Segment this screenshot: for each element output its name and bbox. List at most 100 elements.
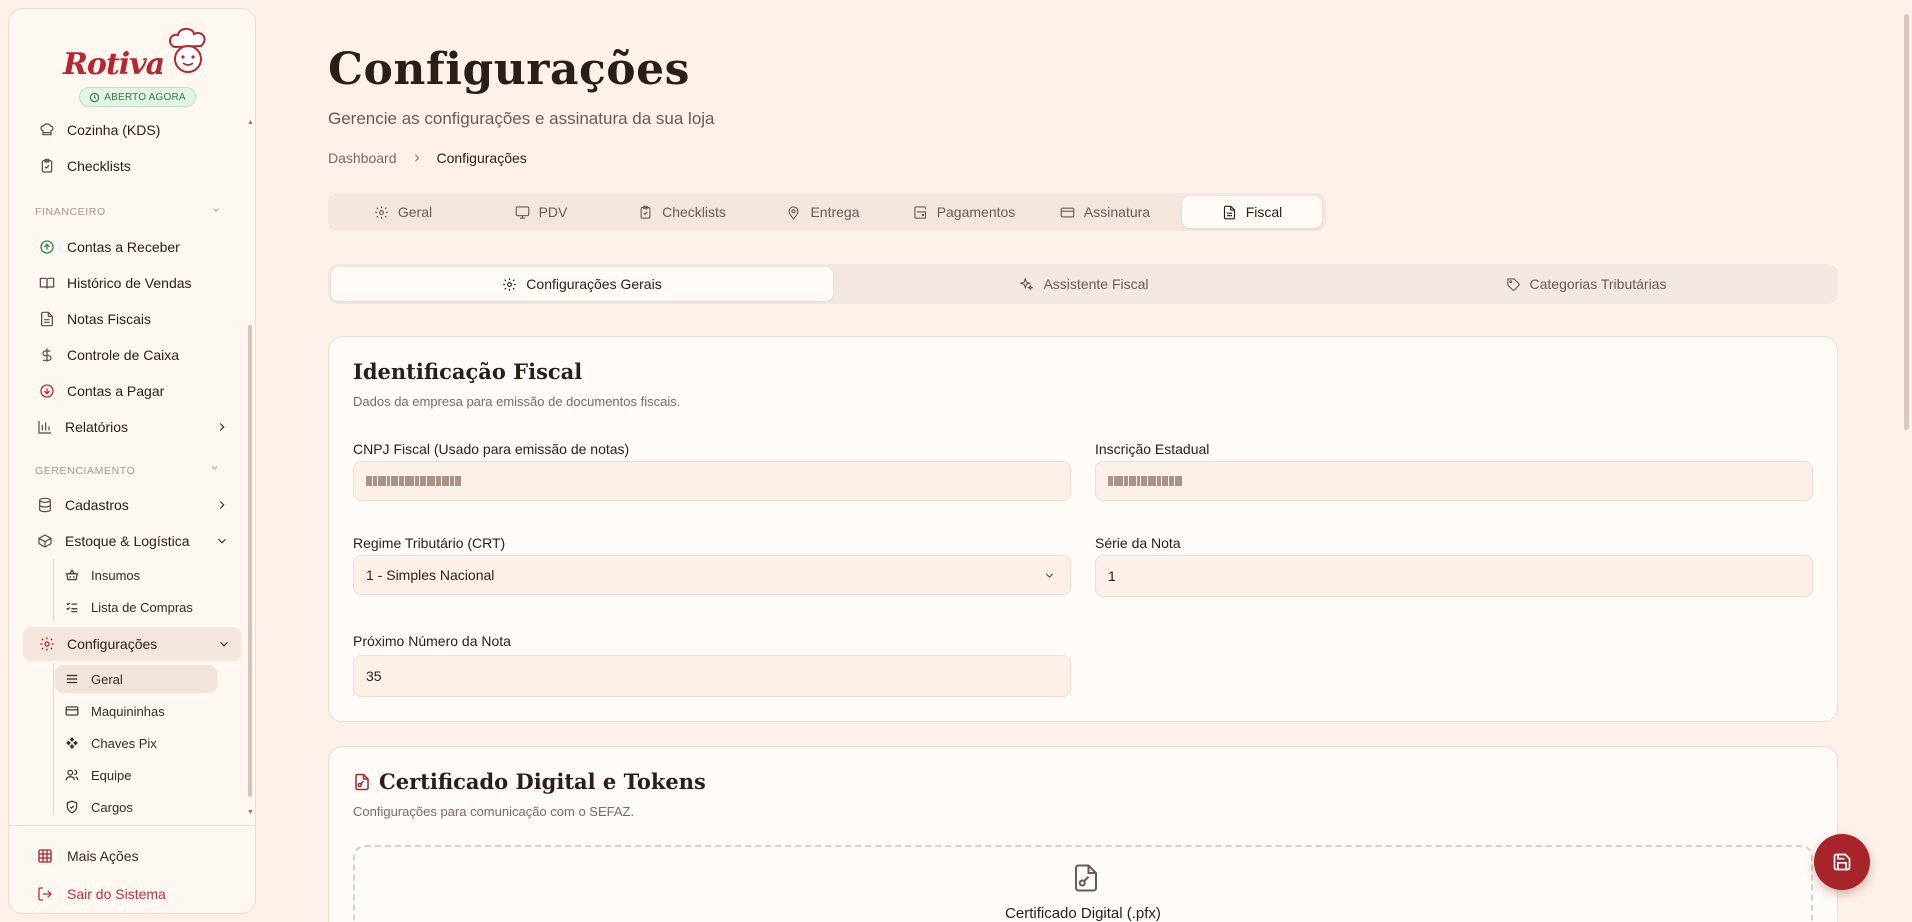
brand-area: Rotiva ABERTO AGORA [9,9,255,113]
sidebar-item-label: Checklists [67,158,131,174]
regime-value: 1 - Simples Nacional [366,567,495,583]
card-title: Identificação Fiscal [353,359,582,384]
sidebar-subitem-maquininhas[interactable]: Maquininhas [55,697,217,725]
tab-label: PDV [538,204,568,220]
subtab-assistente-fiscal[interactable]: Assistente Fiscal [833,267,1335,301]
logout-icon [38,887,52,901]
inscricao-estadual-field[interactable] [1095,461,1813,501]
map-pin-icon [789,205,799,220]
certificate-upload-dropzone[interactable]: Certificado Digital (.pfx) [353,845,1813,922]
upload-label: Certificado Digital (.pfx) [1005,905,1161,922]
fiscal-subtabs: Configurações Gerais Assistente Fiscal C… [328,264,1838,304]
wallet-icon [914,205,926,219]
chef-hat-icon [40,123,54,136]
sidebar-subitem-label: Cargos [91,799,133,815]
grid-icon [38,849,52,863]
sidebar-nav: Cozinha (KDS) Checklists FINANCEIRO Cont… [9,113,255,819]
sidebar-subitem-equipe[interactable]: Equipe [55,761,217,789]
tab-assinatura[interactable]: Assinatura [1040,196,1170,228]
sidebar-scroll-down[interactable]: ▼ [247,809,254,816]
sidebar-item-notas-fiscais[interactable]: Notas Fiscais [23,302,241,336]
tag-icon [1506,277,1520,291]
identificacao-fiscal-card: Identificação Fiscal Dados da empresa pa… [328,336,1838,722]
section-label: GERENCIAMENTO [35,465,136,477]
section-gerenciamento[interactable]: GERENCIAMENTO [35,465,218,477]
submenu-line [53,559,54,621]
regime-select[interactable]: 1 - Simples Nacional [353,555,1071,595]
sidebar-subitem-chaves-pix[interactable]: Chaves Pix [55,729,217,757]
cnpj-field[interactable] [353,461,1071,501]
file-text-icon [1223,205,1235,219]
card-description: Dados da empresa para emissão de documen… [353,394,681,409]
more-actions-label: Mais Ações [67,848,139,864]
sidebar-subitem-cargos[interactable]: Cargos [55,793,217,819]
users-icon [65,769,79,781]
tab-pdv[interactable]: PDV [476,196,606,228]
sidebar-item-historico-vendas[interactable]: Histórico de Vendas [23,266,241,300]
clipboard-icon [640,205,651,219]
tab-pagamentos[interactable]: Pagamentos [896,196,1032,228]
card-title: Certificado Digital e Tokens [353,769,706,794]
sidebar-item-contas-pagar[interactable]: Contas a Pagar [23,374,241,408]
redacted-value [1108,476,1182,486]
tab-checklists[interactable]: Checklists [614,196,750,228]
sidebar-item-label: Contas a Pagar [67,383,165,399]
chevron-right-icon [219,423,225,431]
sidebar-scrollbar[interactable] [248,325,252,797]
serie-value: 1 [1108,568,1116,584]
arrow-up-circle-icon [40,240,54,254]
clipboard-check-icon [41,158,53,173]
regime-label: Regime Tributário (CRT) [353,535,506,551]
sidebar-item-checklists[interactable]: Checklists [23,149,241,183]
sidebar-item-label: Cozinha (KDS) [67,122,161,138]
sidebar-item-cozinha[interactable]: Cozinha (KDS) [23,113,241,147]
gear-icon [40,637,54,651]
sidebar-subitem-insumos[interactable]: Insumos [55,561,217,589]
subtab-categorias-tributarias[interactable]: Categorias Tributárias [1335,267,1837,301]
bar-chart-icon [38,421,51,434]
status-badge-label: ABERTO AGORA [104,91,186,103]
subtab-configuracoes-gerais[interactable]: Configurações Gerais [331,267,833,301]
gear-icon [503,277,517,291]
section-financeiro[interactable]: FINANCEIRO [35,206,219,218]
sidebar-item-relatorios[interactable]: Relatórios [21,410,239,444]
tab-geral[interactable]: Geral [338,196,468,228]
more-actions-button[interactable]: Mais Ações [29,839,139,873]
tab-label: Pagamentos [936,204,1016,220]
sidebar-item-configuracoes[interactable]: Configurações [23,627,241,661]
serie-field[interactable]: 1 [1095,555,1813,597]
chevron-down-icon [213,208,219,212]
tab-label: Geral [397,204,433,220]
chevron-right-icon [414,154,419,162]
sidebar-item-label: Configurações [67,636,158,652]
logo[interactable]: Rotiva [63,25,213,87]
sidebar-subitem-lista-compras[interactable]: Lista de Compras [55,593,217,621]
sidebar-item-cadastros[interactable]: Cadastros [21,488,239,522]
sidebar-item-label: Histórico de Vendas [67,275,192,291]
sidebar-item-contas-receber[interactable]: Contas a Receber [23,230,241,264]
save-button[interactable] [1814,834,1870,890]
chevron-right-icon [219,501,225,509]
sidebar-item-controle-caixa[interactable]: Controle de Caixa [23,338,241,372]
subtab-label: Assistente Fiscal [1043,276,1149,292]
tab-entrega[interactable]: Entrega [758,196,888,228]
serie-label: Série da Nota [1095,535,1181,551]
sidebar-item-label: Relatórios [65,419,129,435]
logo-text: Rotiva [63,47,165,82]
sidebar-scroll-up[interactable]: ▲ [247,119,254,126]
sidebar-item-estoque[interactable]: Estoque & Logística [21,524,239,558]
sidebar: Rotiva ABERTO AGORA Cozinha (KDS) Checkl… [8,8,256,914]
sidebar-subitem-geral[interactable]: Geral [55,665,217,693]
sparkles-icon [1019,276,1035,291]
sidebar-subitem-label: Lista de Compras [91,599,193,615]
logout-button[interactable]: Sair do Sistema [29,877,166,911]
dollar-sign-icon [42,348,52,362]
menu-icon [66,674,78,684]
page-subtitle: Gerencie as configurações e assinatura d… [328,109,715,128]
proximo-numero-field[interactable]: 35 [353,655,1071,697]
certificado-digital-card: Certificado Digital e Tokens Configuraçõ… [328,746,1838,922]
tab-fiscal[interactable]: Fiscal [1182,196,1322,228]
logout-label: Sair do Sistema [67,886,166,902]
breadcrumb-dashboard[interactable]: Dashboard [328,150,397,166]
page-scrollbar[interactable] [1904,14,1909,430]
